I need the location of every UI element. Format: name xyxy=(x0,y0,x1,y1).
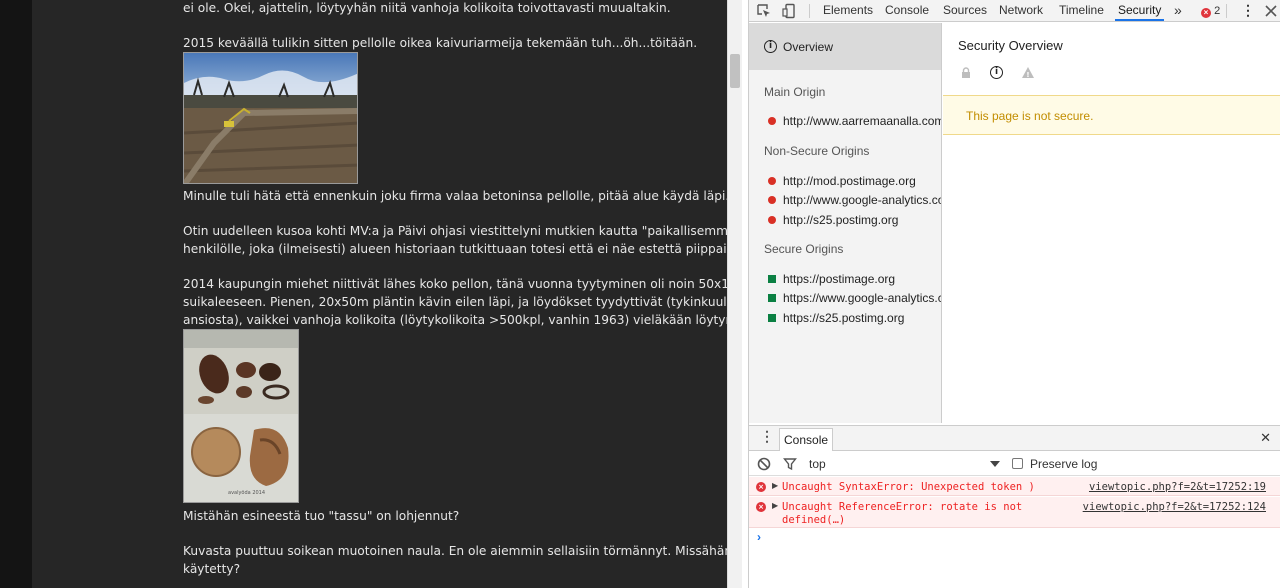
devtools-tabbar: Elements Console Sources Network Timelin… xyxy=(749,0,1280,22)
console-error-row[interactable]: × ▶ Uncaught SyntaxError: Unexpected tok… xyxy=(749,477,1280,496)
secure-origin-item[interactable]: https://www.google-analytics.com xyxy=(783,291,941,305)
inspect-element-icon[interactable] xyxy=(756,3,772,19)
preserve-log-label: Preserve log xyxy=(1030,457,1098,471)
security-state-banner: This page is not secure. xyxy=(943,95,1280,135)
preserve-log-checkbox[interactable] xyxy=(1012,458,1023,469)
security-overview-panel: Security Overview i ! This page is not s… xyxy=(943,23,1280,423)
filter-icon[interactable] xyxy=(783,457,797,471)
customize-menu-icon[interactable]: ⋮ xyxy=(1241,0,1255,21)
toolbar-separator xyxy=(1226,4,1227,18)
warning-triangle-icon: ! xyxy=(1022,67,1034,79)
post-text-line: käytetty? xyxy=(183,562,241,576)
tab-network[interactable]: Network xyxy=(999,0,1043,21)
warning-glyph: ! xyxy=(1026,71,1029,79)
web-page: ei ole. Okei, ajattelin, löytyyhän niitä… xyxy=(0,0,748,588)
error-icon: × xyxy=(756,502,766,512)
secure-square-icon xyxy=(768,314,776,322)
non-secure-origin-item[interactable]: http://s25.postimg.org xyxy=(783,213,898,227)
secure-origin-item[interactable]: https://s25.postimg.org xyxy=(783,311,904,325)
devtools-panel: Elements Console Sources Network Timelin… xyxy=(748,0,1280,588)
post-text-line: henkilölle, joka (ilmeisesti) alueen his… xyxy=(183,242,727,256)
forum-post: ei ole. Okei, ajattelin, löytyyhän niitä… xyxy=(32,0,727,588)
security-sidebar: i Overview Main Origin http://www.aarrem… xyxy=(749,23,942,423)
chevron-down-icon xyxy=(990,461,1000,467)
console-toolbar: top Preserve log xyxy=(749,452,1280,476)
post-text-line: suikaleeseen. Pienen, 20x50m pläntin käv… xyxy=(183,295,727,309)
toolbar-separator xyxy=(809,4,810,18)
page-scrollbar-thumb[interactable] xyxy=(730,54,740,88)
close-drawer-icon[interactable]: ✕ xyxy=(1260,430,1271,446)
error-count-badge[interactable]: × 2 xyxy=(1201,3,1220,19)
insecure-dot-icon xyxy=(768,196,776,204)
error-icon: × xyxy=(756,482,766,492)
field-photo[interactable] xyxy=(183,52,358,184)
error-message: Uncaught SyntaxError: Unexpected token ) xyxy=(782,481,1035,493)
tab-console[interactable]: Console xyxy=(885,0,929,21)
post-text-line: Kuvasta puuttuu soikean muotoinen naula.… xyxy=(183,544,727,558)
sidebar-item-overview[interactable]: i Overview xyxy=(749,23,941,70)
finds-photo-caption: avalyöda 2014 xyxy=(228,490,266,496)
insecure-dot-icon xyxy=(768,117,776,125)
insecure-dot-icon xyxy=(768,177,776,185)
more-tabs-icon[interactable]: » xyxy=(1174,0,1182,21)
security-overview-title: Security Overview xyxy=(958,38,1063,53)
secure-square-icon xyxy=(768,294,776,302)
drawer-header: ⋮ Console ✕ xyxy=(749,426,1280,451)
main-origin-heading: Main Origin xyxy=(764,85,826,99)
secure-origins-heading: Secure Origins xyxy=(764,242,844,256)
secure-origin-item[interactable]: https://postimage.org xyxy=(783,272,895,286)
post-text-line: Mistähän esineestä tuo "tassu" on lohjen… xyxy=(183,509,460,523)
insecure-dot-icon xyxy=(768,216,776,224)
error-source-link[interactable]: viewtopic.php?f=2&t=17252:19 xyxy=(1089,481,1266,493)
device-mode-icon[interactable] xyxy=(782,3,798,19)
non-secure-origins-heading: Non-Secure Origins xyxy=(764,144,870,158)
tab-timeline[interactable]: Timeline xyxy=(1059,0,1104,21)
lock-icon xyxy=(962,67,970,78)
post-text-line: 2015 keväällä tulikin sitten pellolle oi… xyxy=(183,36,698,50)
overview-label: Overview xyxy=(783,40,834,54)
post-text-line: ansiosta), vaikkei vanhoja kolikoita (lö… xyxy=(183,313,727,327)
tab-security[interactable]: Security xyxy=(1115,0,1165,21)
tab-elements[interactable]: Elements xyxy=(823,0,873,21)
error-message-continued: defined(…) xyxy=(782,514,846,526)
error-source-link[interactable]: viewtopic.php?f=2&t=17252:124 xyxy=(1083,501,1266,513)
console-error-row[interactable]: × ▶ Uncaught ReferenceError: rotate is n… xyxy=(749,497,1280,528)
finds-photo[interactable]: avalyöda 2014 xyxy=(183,329,299,503)
console-prompt[interactable]: › xyxy=(757,530,761,544)
console-drawer: ⋮ Console ✕ top Preserve log × ▶ Uncaugh… xyxy=(749,425,1280,588)
drawer-tab-console[interactable]: Console xyxy=(779,428,834,451)
post-text-line: Minulle tuli hätä että ennenkuin joku fi… xyxy=(183,189,727,203)
info-icon: i xyxy=(764,40,777,53)
tab-sources[interactable]: Sources xyxy=(943,0,987,21)
field-photo-image xyxy=(184,53,357,183)
error-icon: × xyxy=(1201,8,1211,18)
context-value: top xyxy=(809,457,826,471)
drawer-menu-icon[interactable]: ⋮ xyxy=(760,428,774,445)
main-origin-link[interactable]: http://www.aarremaanalla.com xyxy=(783,114,941,128)
close-devtools-icon[interactable] xyxy=(1263,3,1279,19)
error-count: 2 xyxy=(1214,5,1221,17)
expand-triangle-icon[interactable]: ▶ xyxy=(772,501,778,510)
finds-photo-image xyxy=(184,330,298,502)
expand-triangle-icon[interactable]: ▶ xyxy=(772,481,778,490)
page-gutter xyxy=(0,0,32,588)
clear-console-icon[interactable] xyxy=(757,457,771,471)
post-text-line: Otin uudelleen kusoa kohti MV:a ja Päivi… xyxy=(183,224,727,238)
non-secure-origin-item[interactable]: http://www.google-analytics.com xyxy=(783,193,941,207)
page-scrollbar[interactable] xyxy=(727,0,742,588)
context-selector[interactable]: top xyxy=(809,456,1000,472)
error-message: Uncaught ReferenceError: rotate is not xyxy=(782,501,1023,513)
secure-square-icon xyxy=(768,275,776,283)
security-state-message: This page is not secure. xyxy=(966,109,1094,123)
info-state-icon: i xyxy=(990,66,1003,79)
post-text-line: 2014 kaupungin miehet niittivät lähes ko… xyxy=(183,277,727,291)
non-secure-origin-item[interactable]: http://mod.postimage.org xyxy=(783,174,916,188)
post-text-line: ei ole. Okei, ajattelin, löytyyhän niitä… xyxy=(183,1,671,15)
